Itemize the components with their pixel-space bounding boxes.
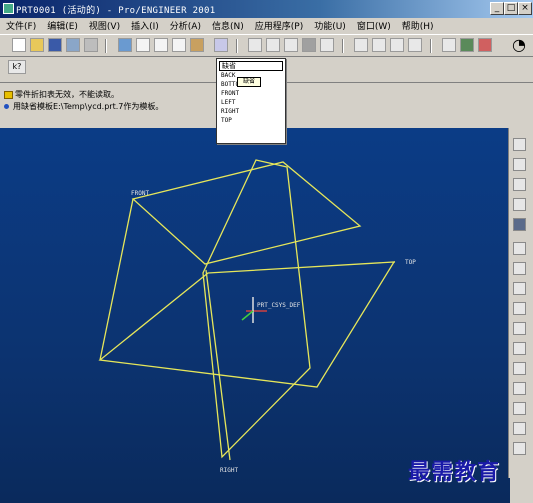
zoom-in-icon[interactable] <box>136 38 150 52</box>
menu-utilities[interactable]: 功能(U) <box>314 19 346 32</box>
repaint-icon[interactable] <box>118 38 132 52</box>
menu-insert[interactable]: 插入(I) <box>131 19 159 32</box>
bullet-icon <box>4 104 9 109</box>
saved-view-dropdown[interactable]: 缺省 BACK BOTTOM FRONT LEFT RIGHT TOP 缺省 <box>216 58 286 144</box>
right-plane-edge <box>205 269 231 461</box>
rib-tool-icon[interactable] <box>513 362 526 375</box>
coordinate-systems-icon[interactable] <box>408 38 422 52</box>
datum-axes-icon[interactable] <box>372 38 386 52</box>
datum-point-tool-icon[interactable] <box>513 198 526 211</box>
menu-analysis[interactable]: 分析(A) <box>170 19 201 32</box>
view-option-top[interactable]: TOP <box>221 117 232 125</box>
datum-points-icon[interactable] <box>390 38 404 52</box>
menu-view[interactable]: 视图(V) <box>89 19 120 32</box>
model-tree-icon[interactable] <box>320 38 334 52</box>
right-plane-label: RIGHT <box>220 467 238 474</box>
round-tool-icon[interactable] <box>513 402 526 415</box>
spin-center-icon[interactable] <box>478 38 492 52</box>
front-plane-label: FRONT <box>131 190 149 197</box>
toolbar-separator <box>236 39 238 53</box>
warning-icon <box>4 90 13 99</box>
datum-plane-tool-icon[interactable] <box>513 138 526 151</box>
extrude-tool-icon[interactable] <box>513 242 526 255</box>
minimize-button[interactable]: _ <box>490 2 504 15</box>
menu-applications[interactable]: 应用程序(P) <box>255 19 303 32</box>
view-option-back[interactable]: BACK <box>221 72 235 80</box>
window-title: PRT0001 (活动的) - Pro/ENGINEER 2001 <box>16 5 216 16</box>
model-player-icon[interactable] <box>460 38 474 52</box>
menu-edit[interactable]: 编辑(E) <box>47 19 78 32</box>
front-datum-plane <box>131 161 362 265</box>
command-icon[interactable]: ◔ <box>512 37 530 53</box>
saved-views-icon[interactable] <box>214 38 228 52</box>
main-toolbar: ◔ <box>0 34 533 57</box>
watermark-logo: 最需教育 <box>408 459 501 485</box>
context-help-button[interactable]: k? <box>8 60 26 74</box>
csys-z-axis <box>241 310 254 321</box>
sketch-tool-icon[interactable] <box>442 38 456 52</box>
datum-planes-icon[interactable] <box>354 38 368 52</box>
new-file-icon[interactable] <box>12 38 26 52</box>
maximize-button[interactable]: □ <box>504 2 518 15</box>
csys-label: PRT_CSYS_DEF <box>257 302 301 309</box>
menu-bar: 文件(F) 编辑(E) 视图(V) 插入(I) 分析(A) 信息(N) 应用程序… <box>0 18 533 33</box>
view-option-left[interactable]: LEFT <box>221 99 235 107</box>
open-folder-icon[interactable] <box>30 38 44 52</box>
app-icon <box>3 3 14 14</box>
revolve-tool-icon[interactable] <box>513 262 526 275</box>
message-text: 用缺省模板E:\Temp\ycd.prt.7作为模板。 <box>13 102 164 111</box>
front-plane-edge <box>99 198 134 361</box>
view-select-field[interactable]: 缺省 <box>219 61 283 71</box>
hidden-line-icon[interactable] <box>266 38 280 52</box>
csys-tool-icon[interactable] <box>513 218 526 231</box>
print-icon[interactable] <box>84 38 98 52</box>
toolbar-separator <box>105 39 107 53</box>
datum-axis-tool-icon[interactable] <box>513 158 526 171</box>
view-option-front[interactable]: FRONT <box>221 90 239 98</box>
hole-tool-icon[interactable] <box>513 322 526 335</box>
zoom-out-icon[interactable] <box>154 38 168 52</box>
feature-toolbar <box>508 128 533 478</box>
menu-info[interactable]: 信息(N) <box>212 19 244 32</box>
menu-window[interactable]: 窗口(W) <box>357 19 391 32</box>
toolbar-separator <box>430 39 432 53</box>
view-option-right[interactable]: RIGHT <box>221 108 239 116</box>
top-datum-plane <box>98 261 396 388</box>
zoom-fit-icon[interactable] <box>172 38 186 52</box>
application-window: PRT0001 (活动的) - Pro/ENGINEER 2001 _ □ × … <box>0 0 533 503</box>
message-line: 零件折扣表无效，不能读取。 <box>4 89 119 100</box>
shell-tool-icon[interactable] <box>513 342 526 355</box>
orient-icon[interactable] <box>190 38 204 52</box>
tooltip: 缺省 <box>237 77 261 87</box>
close-button[interactable]: × <box>518 2 532 15</box>
menu-file[interactable]: 文件(F) <box>6 19 36 32</box>
message-line: 用缺省模板E:\Temp\ycd.prt.7作为模板。 <box>4 101 163 112</box>
chamfer-tool-icon[interactable] <box>513 422 526 435</box>
toolbar-separator <box>342 39 344 53</box>
save-copy-icon[interactable] <box>66 38 80 52</box>
message-text: 零件折扣表无效，不能读取。 <box>15 90 119 99</box>
wireframe-icon[interactable] <box>248 38 262 52</box>
draft-tool-icon[interactable] <box>513 382 526 395</box>
top-plane-label: TOP <box>405 259 416 266</box>
menu-help[interactable]: 帮助(H) <box>402 19 434 32</box>
save-icon[interactable] <box>48 38 62 52</box>
datum-curve-tool-icon[interactable] <box>513 178 526 191</box>
datum-planes-svg: FRONT TOP RIGHT PRT_CSYS_DEF <box>98 159 416 474</box>
no-hidden-icon[interactable] <box>284 38 298 52</box>
graphics-window[interactable]: FRONT TOP RIGHT PRT_CSYS_DEF <box>0 128 510 503</box>
pattern-tool-icon[interactable] <box>513 442 526 455</box>
title-bar: PRT0001 (活动的) - Pro/ENGINEER 2001 _ □ × <box>0 0 533 18</box>
shading-icon[interactable] <box>302 38 316 52</box>
blend-tool-icon[interactable] <box>513 302 526 315</box>
sweep-tool-icon[interactable] <box>513 282 526 295</box>
